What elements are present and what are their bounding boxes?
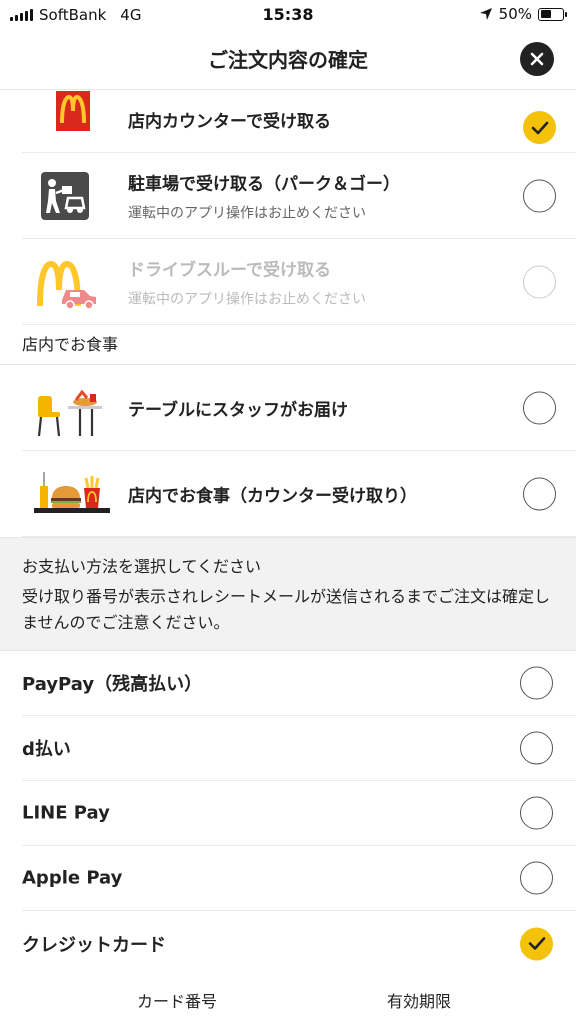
pickup-label: 店内カウンターで受け取る [128,112,331,132]
dine-in-option-table[interactable]: テーブルにスタッフがお届け [22,365,576,451]
page-header: ご注文内容の確定 [0,30,576,90]
payment-label: d払い [22,739,71,760]
park-and-go-icon [32,166,102,226]
pickup-radio-drive-thru [523,265,556,298]
location-arrow-icon [479,8,492,20]
table-delivery-icon [32,378,102,438]
counter-meal-icon [32,464,110,524]
battery-icon [538,7,567,21]
card-number-label: カード番号 [137,992,218,1011]
payment-option-paypay[interactable]: PayPay（残高払い） [22,651,576,716]
payment-radio-d-barai[interactable] [520,731,553,765]
pickup-radio-park-and-go[interactable] [523,179,556,212]
pickup-label: ドライブスルーで受け取る [128,260,331,280]
pickup-option-counter[interactable]: 店内カウンターで受け取る [22,91,576,153]
payment-label: Apple Pay [22,867,123,889]
scroll-content[interactable]: 店内カウンターで受け取る 駐車場で受け取る（パーク＆ゴー） 運転中のアプリ操作は… [0,91,576,1024]
payment-radio-credit-card[interactable] [520,927,553,960]
payment-instruction: お支払い方法を選択してください [22,557,262,576]
dine-in-radio-table[interactable] [523,391,556,424]
payment-option-credit-card[interactable]: クレジットカード [22,911,576,976]
mcdonalds-bag-icon [32,91,102,133]
payment-radio-paypay[interactable] [520,666,553,700]
card-field-labels: カード番号 有効期限 [0,976,576,1016]
payment-radio-apple-pay[interactable] [520,861,553,895]
payment-notice: お支払い方法を選択してください 受け取り番号が表示されレシートメールが送信される… [0,537,576,651]
payment-warning: 受け取り番号が表示されレシートメールが送信されるまでご注文は確定しませんのでご注… [22,587,551,632]
drive-thru-icon [32,252,102,312]
pickup-sub: 運転中のアプリ操作はお止めください [128,291,366,307]
close-button[interactable] [520,42,554,76]
dine-in-option-counter[interactable]: 店内でお食事（カウンター受け取り） [22,451,576,537]
dine-in-label: テーブルにスタッフがお届け [128,400,348,420]
payment-label: クレジットカード [22,934,166,956]
payment-option-apple-pay[interactable]: Apple Pay [22,846,576,911]
status-right: 50% [479,5,567,23]
page-title: ご注文内容の確定 [208,48,368,72]
checkmark-icon [531,121,548,134]
pickup-option-park-and-go[interactable]: 駐車場で受け取る（パーク＆ゴー） 運転中のアプリ操作はお止めください [22,153,576,239]
battery-percent: 50% [498,5,532,23]
payment-label: PayPay（残高払い） [22,674,203,695]
payment-radio-line-pay[interactable] [520,796,553,830]
pickup-label: 駐車場で受け取る（パーク＆ゴー） [128,174,400,194]
dine-in-radio-counter[interactable] [523,477,556,510]
checkmark-icon [528,937,545,950]
expiry-label: 有効期限 [387,992,452,1011]
payment-label: LINE Pay [22,802,110,824]
pickup-radio-counter[interactable] [523,111,556,144]
payment-option-d-barai[interactable]: d払い [22,716,576,781]
status-bar: SoftBank 4G 15:38 50% [0,0,576,30]
dine-in-section-title: 店内でお食事 [0,325,576,365]
close-icon [530,52,544,66]
pickup-option-drive-thru: ドライブスルーで受け取る 運転中のアプリ操作はお止めください [22,239,576,325]
payment-option-line-pay[interactable]: LINE Pay [22,781,576,846]
pickup-sub: 運転中のアプリ操作はお止めください [128,205,366,221]
dine-in-label: 店内でお食事（カウンター受け取り） [128,486,417,506]
